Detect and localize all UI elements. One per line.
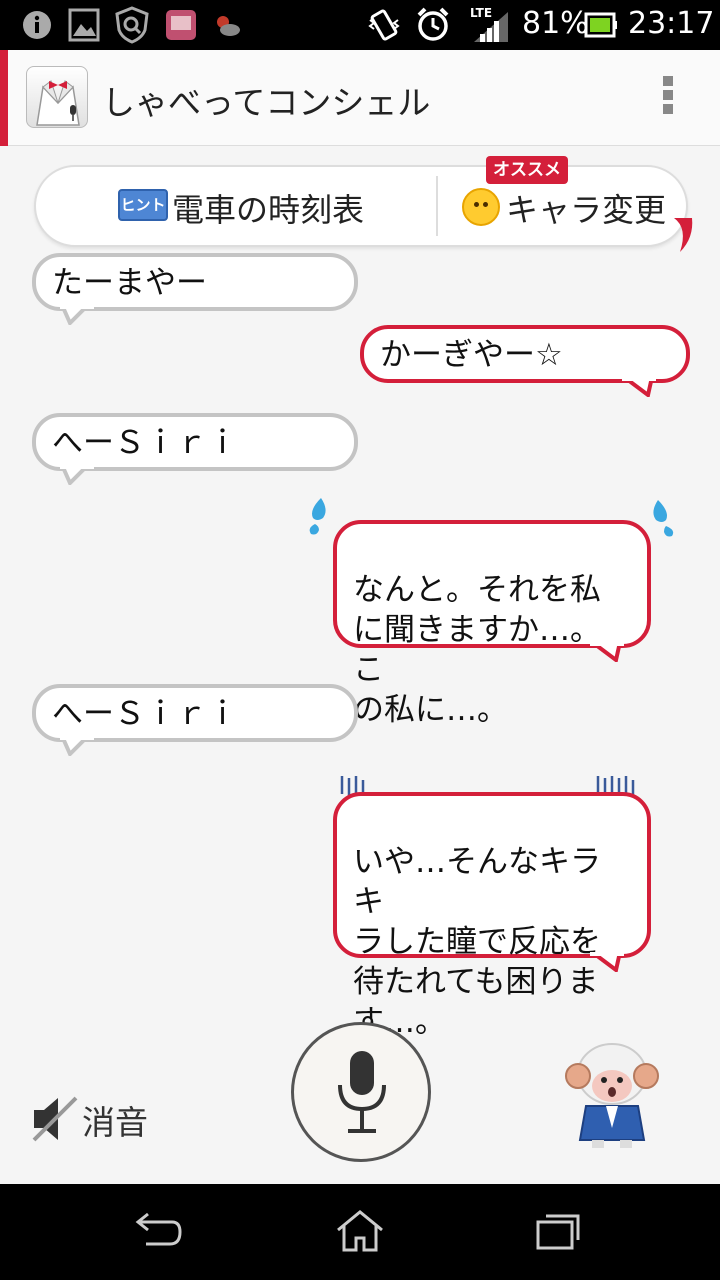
bubble-tail [60,736,94,756]
home-icon[interactable] [334,1208,386,1254]
speaker-muted-icon[interactable] [30,1094,80,1144]
concierge-message-text: なんと。それを私 に聞きますか…。こ の私に…。 [353,572,601,728]
app-title: しゃべってコンシェル [102,83,431,122]
overflow-menu-icon[interactable] [660,76,676,122]
concierge-message-bubble: かーぎやー☆ [360,325,690,383]
status-bar: LTE 81% 23:17 [0,0,720,50]
clock-label: 23:17 [628,6,715,41]
navigation-bar [0,1184,720,1280]
mute-label[interactable]: 消音 [82,1096,148,1144]
character-change-button[interactable]: キャラ変更 [506,185,666,231]
user-message-text: たーまやー [52,265,207,301]
recommend-badge: オススメ [486,156,568,184]
signal-icon [474,12,508,42]
user-message-text: へーＳｉｒｉ [52,425,238,461]
concierge-message-text: かーぎやー☆ [380,337,563,373]
app-bar-accent [0,50,8,146]
sweat-drop-icon [653,500,674,537]
user-message-bubble: へーＳｉｒｉ [32,413,358,471]
weather-icon [217,16,240,36]
concierge-message-text: いや…そんなキラキ ラした瞳で反応を 待たれても困りま す…。 [353,844,601,1040]
back-icon[interactable] [134,1210,184,1250]
app-bar: しゃべってコンシェル [0,50,720,146]
hint-train-timetable-button[interactable]: 電車の時刻表 [172,185,364,231]
image-icon [68,8,100,42]
bubble-tail [60,465,94,485]
battery-icon [584,12,617,38]
alarm-icon [417,7,449,41]
hint-bar-divider [436,176,438,236]
app-icon [166,10,196,40]
concierge-message-bubble: いや…そんなキラキ ラした瞳で反応を 待たれても困りま す…。 [333,792,651,1040]
microphone-button[interactable] [291,1022,431,1162]
hint-badge: ヒント [118,189,168,221]
user-message-bubble: たーまやー [32,253,358,311]
smiley-icon [462,188,500,226]
sheep-character-icon[interactable] [562,1032,662,1152]
vibrate-icon [368,9,400,41]
info-icon [23,11,51,39]
bubble-tail [590,952,624,972]
sweat-drop-icon [309,498,326,535]
bubble-tail [590,642,624,662]
concierge-message-bubble: なんと。それを私 に聞きますか…。こ の私に…。 [333,520,651,728]
character-change-corner [674,218,693,252]
microphone-icon [338,1051,386,1133]
user-message-bubble: へーＳｉｒｉ [32,684,358,742]
battery-percent-label: 81% [522,6,589,41]
user-message-text: へーＳｉｒｉ [52,696,238,732]
bubble-tail [60,305,94,325]
shield-icon [115,6,149,44]
tuxedo-icon [36,80,80,126]
concierge-app-icon[interactable] [26,66,88,128]
bubble-tail [622,377,656,397]
recent-apps-icon[interactable] [534,1208,584,1252]
